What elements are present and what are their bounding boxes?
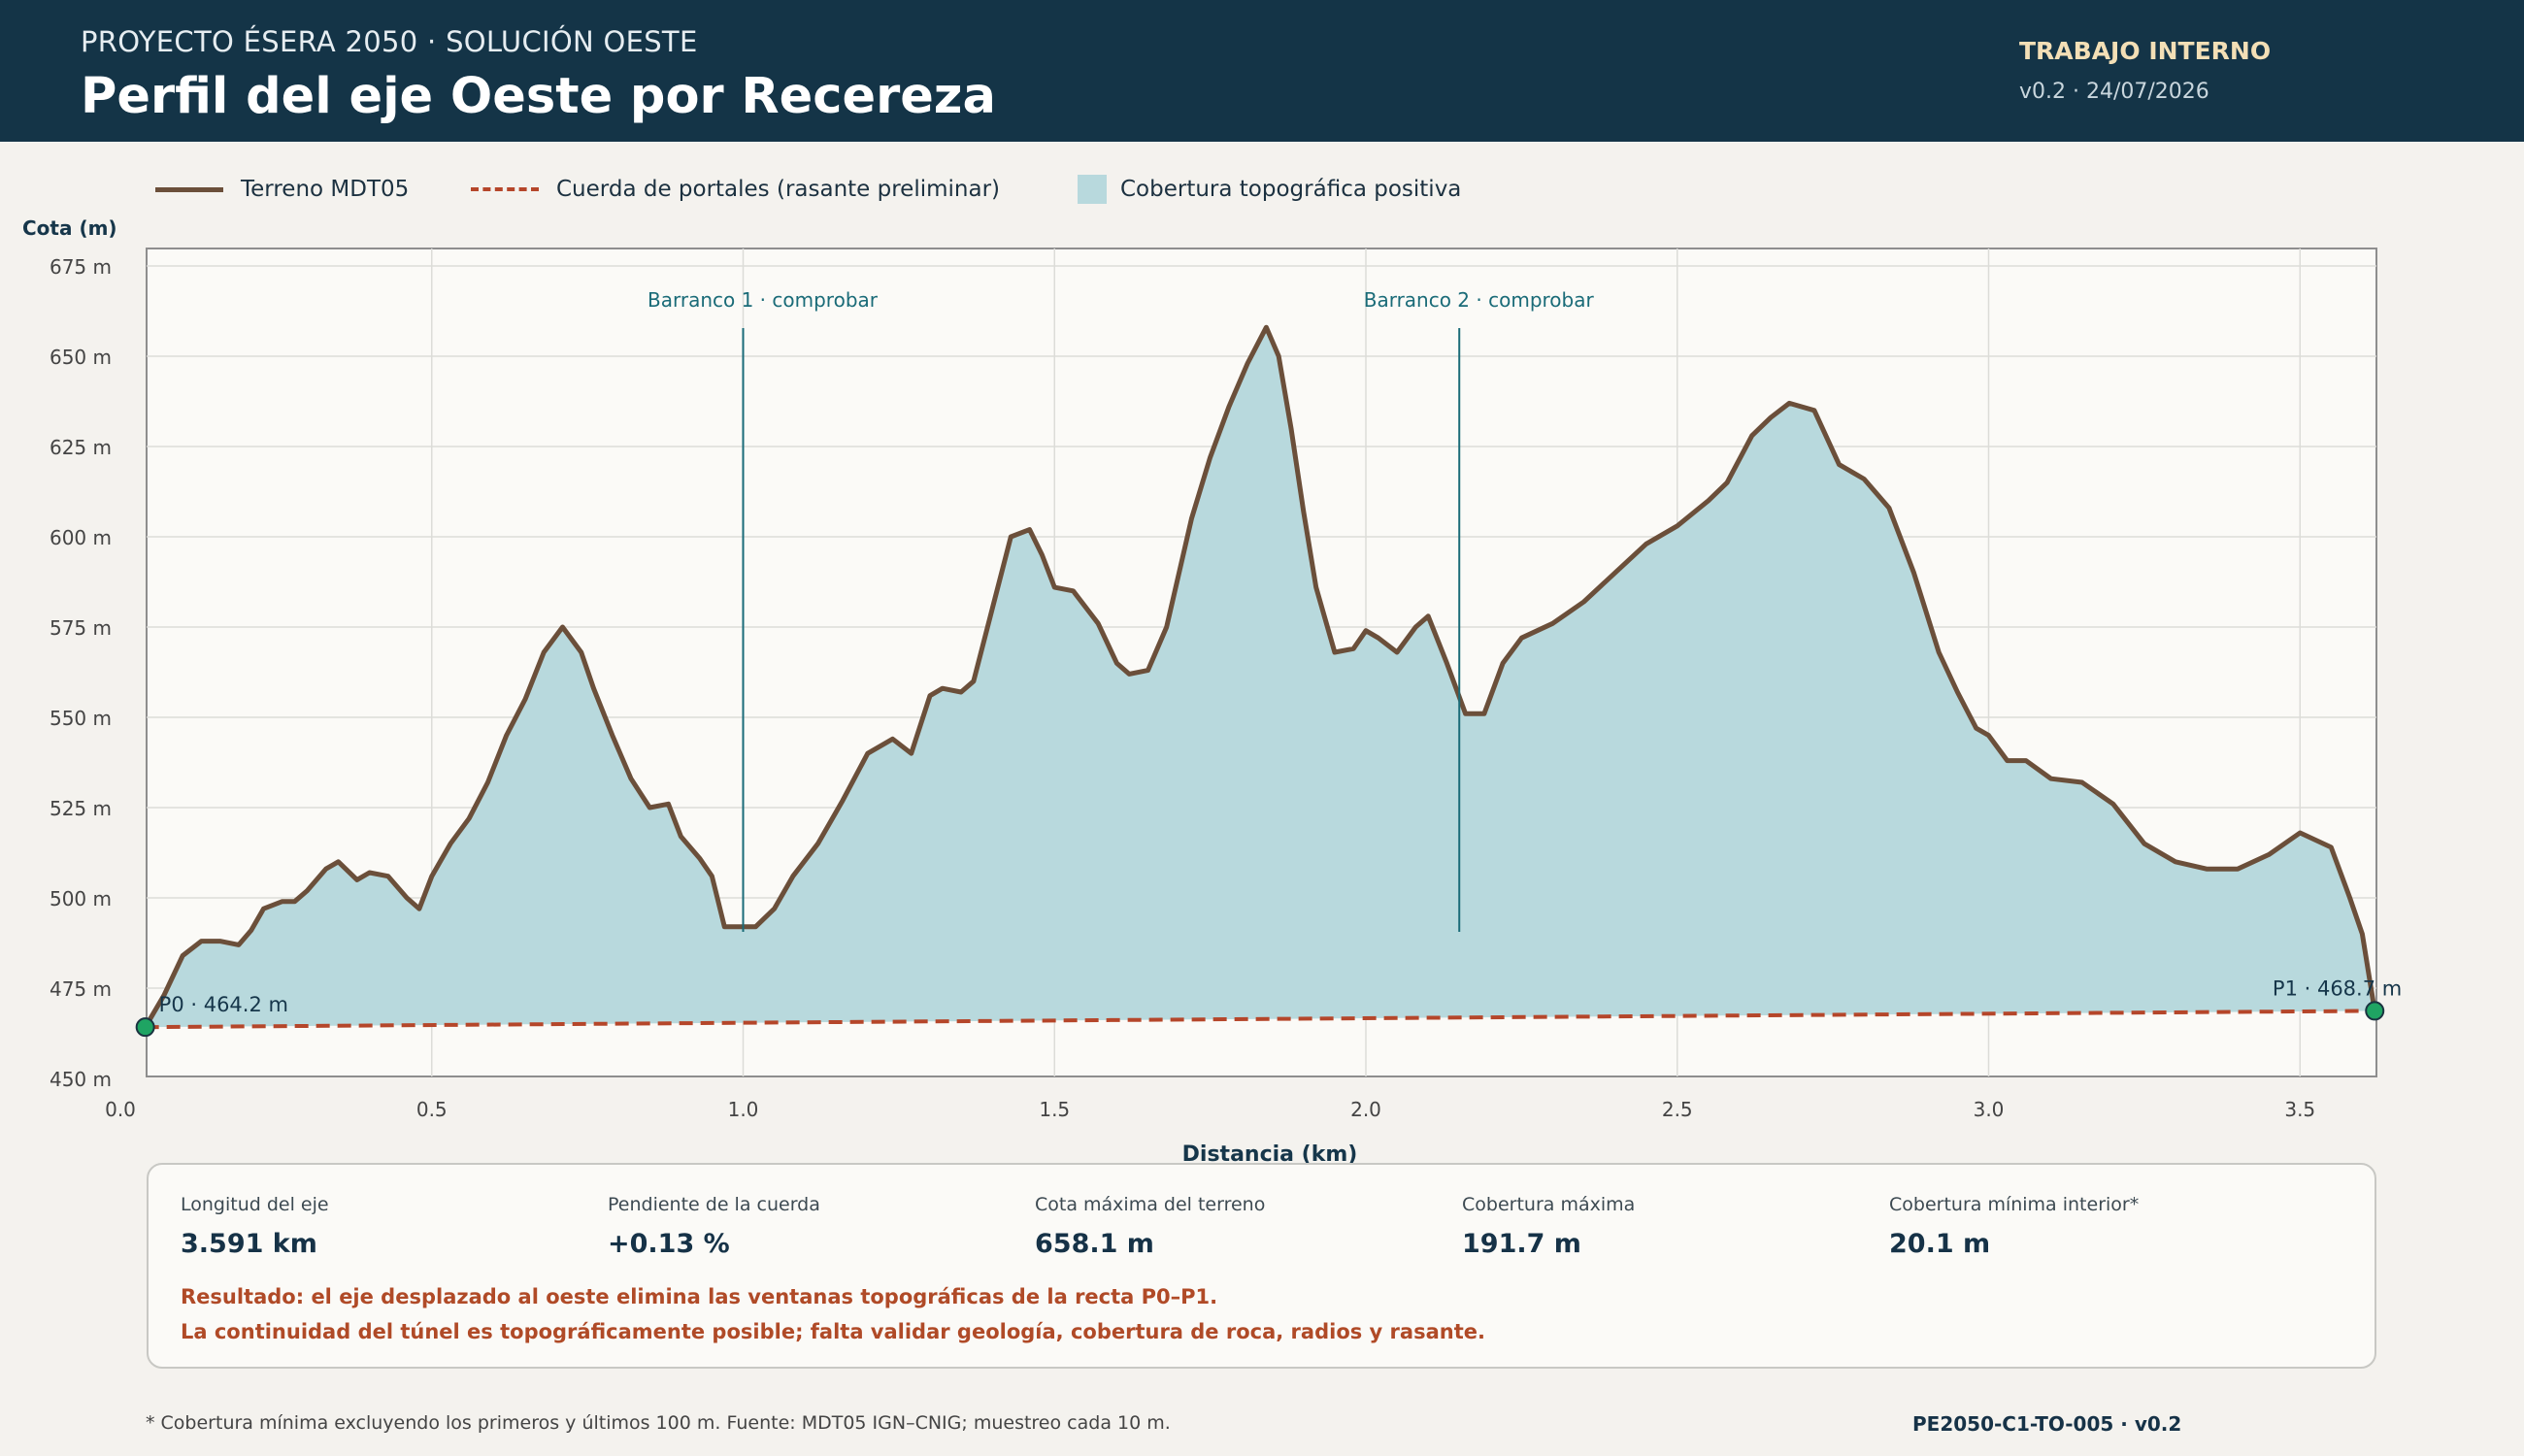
footnote: * Cobertura mínima excluyendo los primer…	[146, 1412, 1171, 1434]
y-tick-label: 550 m	[50, 707, 112, 730]
x-tick-label: 0.0	[105, 1098, 136, 1121]
portal-label: P1 · 468.7 m	[2273, 976, 2402, 1000]
y-tick-label: 575 m	[50, 616, 112, 640]
y-tick-label: 525 m	[50, 797, 112, 820]
stat-max-elev-label: Cota máxima del terreno	[1035, 1194, 1266, 1215]
stat-slope-label: Pendiente de la cuerda	[608, 1194, 820, 1215]
document-reference: PE2050-C1-TO-005 · v0.2	[1912, 1412, 2182, 1436]
y-tick-label: 600 m	[50, 526, 112, 549]
stat-max-elev-value: 658.1 m	[1035, 1229, 1154, 1259]
x-tick-label: 2.0	[1350, 1098, 1381, 1121]
portal-label: P0 · 464.2 m	[159, 993, 288, 1016]
y-tick-label: 675 m	[50, 255, 112, 279]
x-tick-label: 1.0	[728, 1098, 759, 1121]
stat-max-elev: Cota máxima del terreno 658.1 m	[1035, 1194, 1265, 1259]
stat-length-label: Longitud del eje	[181, 1194, 329, 1215]
x-tick-label: 3.5	[2284, 1098, 2315, 1121]
stat-slope-value: +0.13 %	[608, 1229, 730, 1259]
stats-panel: Longitud del eje 3.591 km Pendiente de l…	[147, 1163, 2376, 1369]
y-tick-label: 500 m	[50, 887, 112, 910]
x-axis-label: Distancia (km)	[1182, 1142, 1358, 1165]
y-tick-label: 450 m	[50, 1068, 112, 1091]
y-tick-label: 650 m	[50, 346, 112, 369]
x-tick-label: 3.0	[1974, 1098, 2005, 1121]
profile-chart: Barranco 1 · comprobar Barranco 2 · compr…	[22, 216, 2402, 1165]
stat-max-cover-label: Cobertura máxima	[1462, 1194, 1636, 1215]
stat-length-value: 3.591 km	[181, 1229, 317, 1259]
stat-max-cover: Cobertura máxima 191.7 m	[1462, 1194, 1635, 1259]
stat-min-cover-value: 20.1 m	[1889, 1229, 1991, 1259]
y-axis-label: Cota (m)	[22, 216, 117, 240]
x-tick-label: 1.5	[1039, 1098, 1070, 1121]
stat-min-cover-label: Cobertura mínima interior*	[1889, 1194, 2140, 1215]
ravine-marker-label: Barranco 1 · comprobar	[648, 288, 879, 312]
stat-min-cover: Cobertura mínima interior* 20.1 m	[1889, 1194, 2139, 1259]
stat-max-cover-value: 191.7 m	[1462, 1229, 1581, 1259]
ravine-marker-label: Barranco 2 · comprobar	[1364, 288, 1595, 312]
result-line-1: Resultado: el eje desplazado al oeste el…	[181, 1285, 1218, 1308]
portal-marker	[135, 1017, 155, 1038]
y-tick-label: 625 m	[50, 436, 112, 459]
stat-slope: Pendiente de la cuerda +0.13 %	[608, 1194, 820, 1259]
x-tick-label: 0.5	[416, 1098, 448, 1121]
result-line-2: La continuidad del túnel es topográficam…	[181, 1320, 1485, 1343]
x-tick-label: 2.5	[1662, 1098, 1693, 1121]
portal-marker	[2365, 1001, 2385, 1021]
stat-length: Longitud del eje 3.591 km	[181, 1194, 329, 1259]
y-tick-label: 475 m	[50, 977, 112, 1001]
